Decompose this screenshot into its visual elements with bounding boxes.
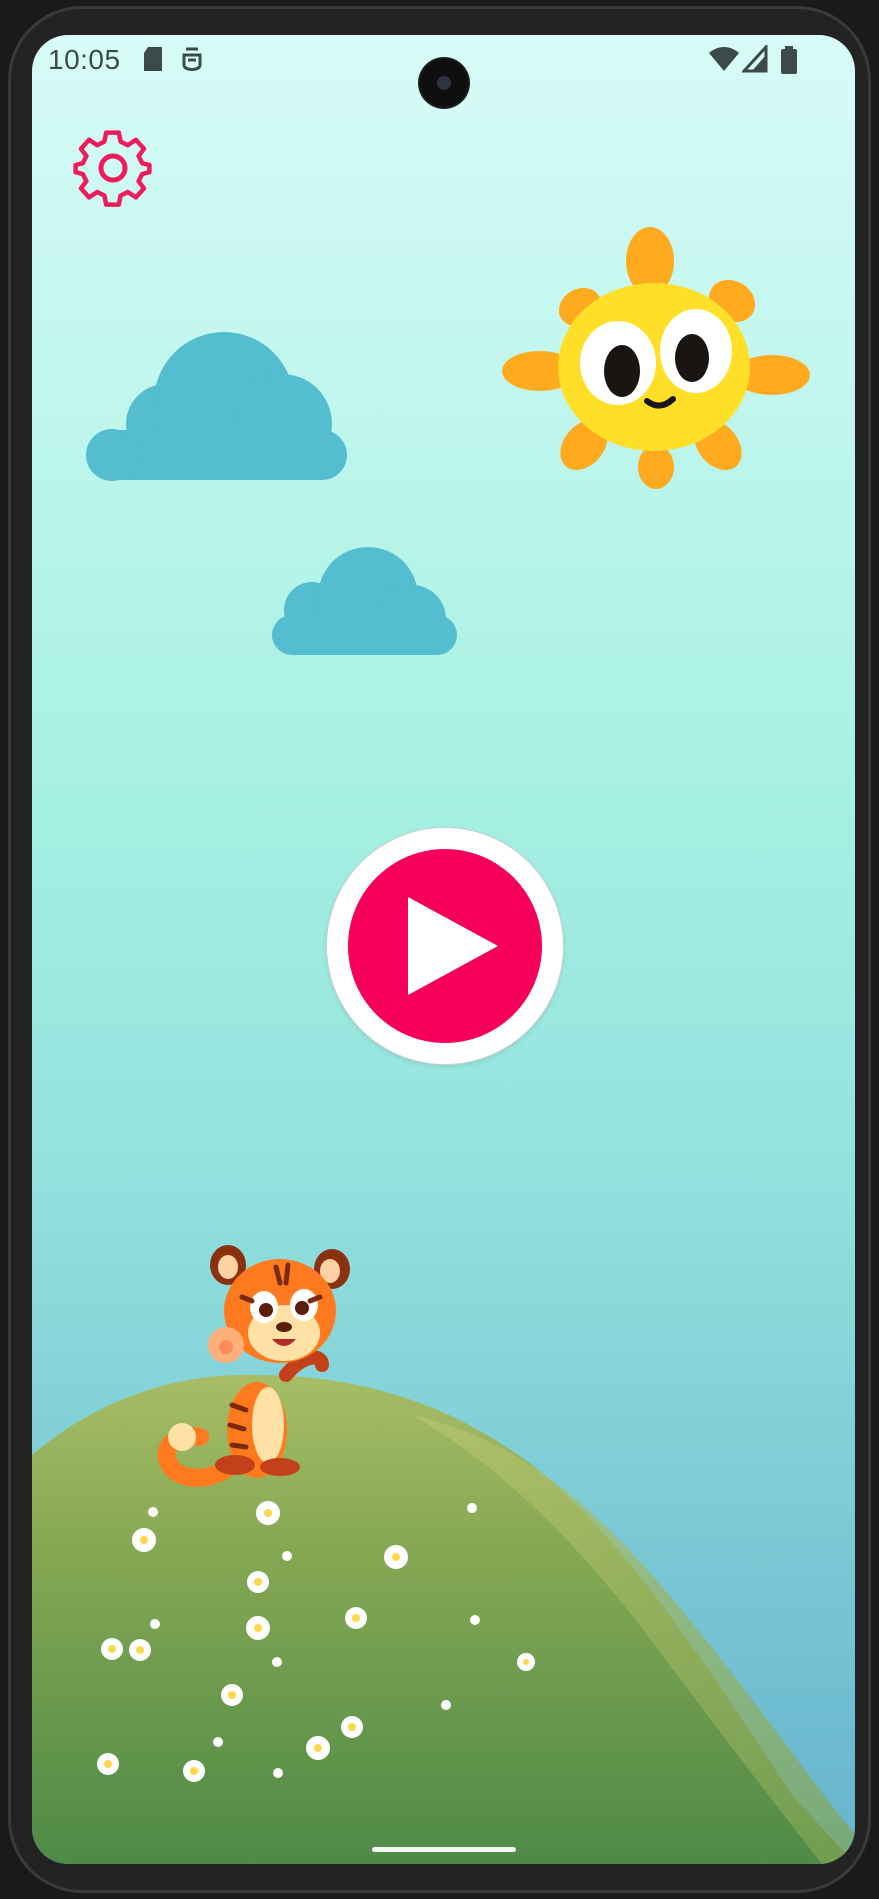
wifi-icon bbox=[709, 47, 739, 71]
sd-card-icon bbox=[144, 47, 162, 71]
gear-icon bbox=[73, 130, 152, 207]
device-frame: 10:05 bbox=[0, 0, 879, 1899]
gesture-nav-handle[interactable] bbox=[372, 1847, 516, 1852]
app-screen: 10:05 bbox=[32, 35, 855, 1864]
play-button-face bbox=[348, 849, 542, 1043]
front-camera bbox=[420, 59, 468, 107]
debug-icon bbox=[182, 47, 202, 71]
cell-signal-icon bbox=[742, 45, 768, 73]
status-time: 10:05 bbox=[48, 44, 121, 75]
play-button[interactable] bbox=[327, 828, 563, 1064]
play-icon bbox=[408, 897, 498, 995]
settings-button[interactable] bbox=[72, 129, 154, 211]
battery-icon bbox=[781, 46, 797, 74]
